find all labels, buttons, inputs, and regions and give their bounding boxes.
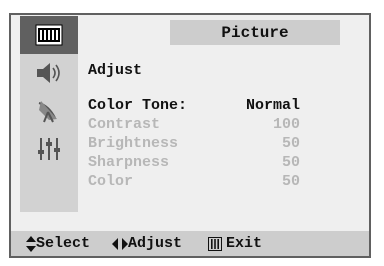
channel-icon[interactable] — [20, 92, 78, 130]
menu-item-value: 50 — [281, 154, 300, 171]
menu-item-label: Color Tone: — [88, 97, 188, 114]
select-hint-label: Select — [36, 235, 91, 252]
footer-hint-bar: Select Adjust Exit — [11, 231, 369, 256]
up-down-arrow-icon — [26, 235, 36, 252]
menu-title: Picture — [170, 20, 340, 45]
sound-icon[interactable] — [20, 54, 78, 92]
adjust-hint-label: Adjust — [128, 235, 183, 252]
sidebar — [20, 16, 78, 212]
menu-item-contrast[interactable]: Contrast 100 — [88, 116, 300, 133]
menu-item-sharpness[interactable]: Sharpness 50 — [88, 154, 300, 171]
exit-hint: Exit — [208, 235, 262, 252]
adjust-hint: Adjust — [112, 235, 182, 252]
menu-item-color[interactable]: Color 50 — [88, 173, 300, 190]
menu-item-label: Color — [88, 173, 134, 190]
menu-item-brightness[interactable]: Brightness 50 — [88, 135, 300, 152]
menu-item-value: Normal — [245, 97, 300, 114]
menu-icon — [208, 236, 223, 251]
left-right-arrow-icon — [112, 237, 129, 250]
menu-item-label: Sharpness — [88, 154, 170, 171]
setup-icon[interactable] — [20, 130, 78, 168]
menu-heading: Adjust — [88, 62, 143, 79]
picture-icon[interactable] — [20, 16, 78, 54]
select-hint: Select — [26, 235, 90, 252]
menu-item-value: 100 — [272, 116, 300, 133]
menu-item-label: Brightness — [88, 135, 179, 152]
menu-item-color-tone[interactable]: Color Tone: Normal — [88, 97, 300, 114]
menu-item-value: 50 — [281, 173, 300, 190]
exit-hint-label: Exit — [226, 235, 263, 252]
menu-item-value: 50 — [281, 135, 300, 152]
menu-item-label: Contrast — [88, 116, 161, 133]
